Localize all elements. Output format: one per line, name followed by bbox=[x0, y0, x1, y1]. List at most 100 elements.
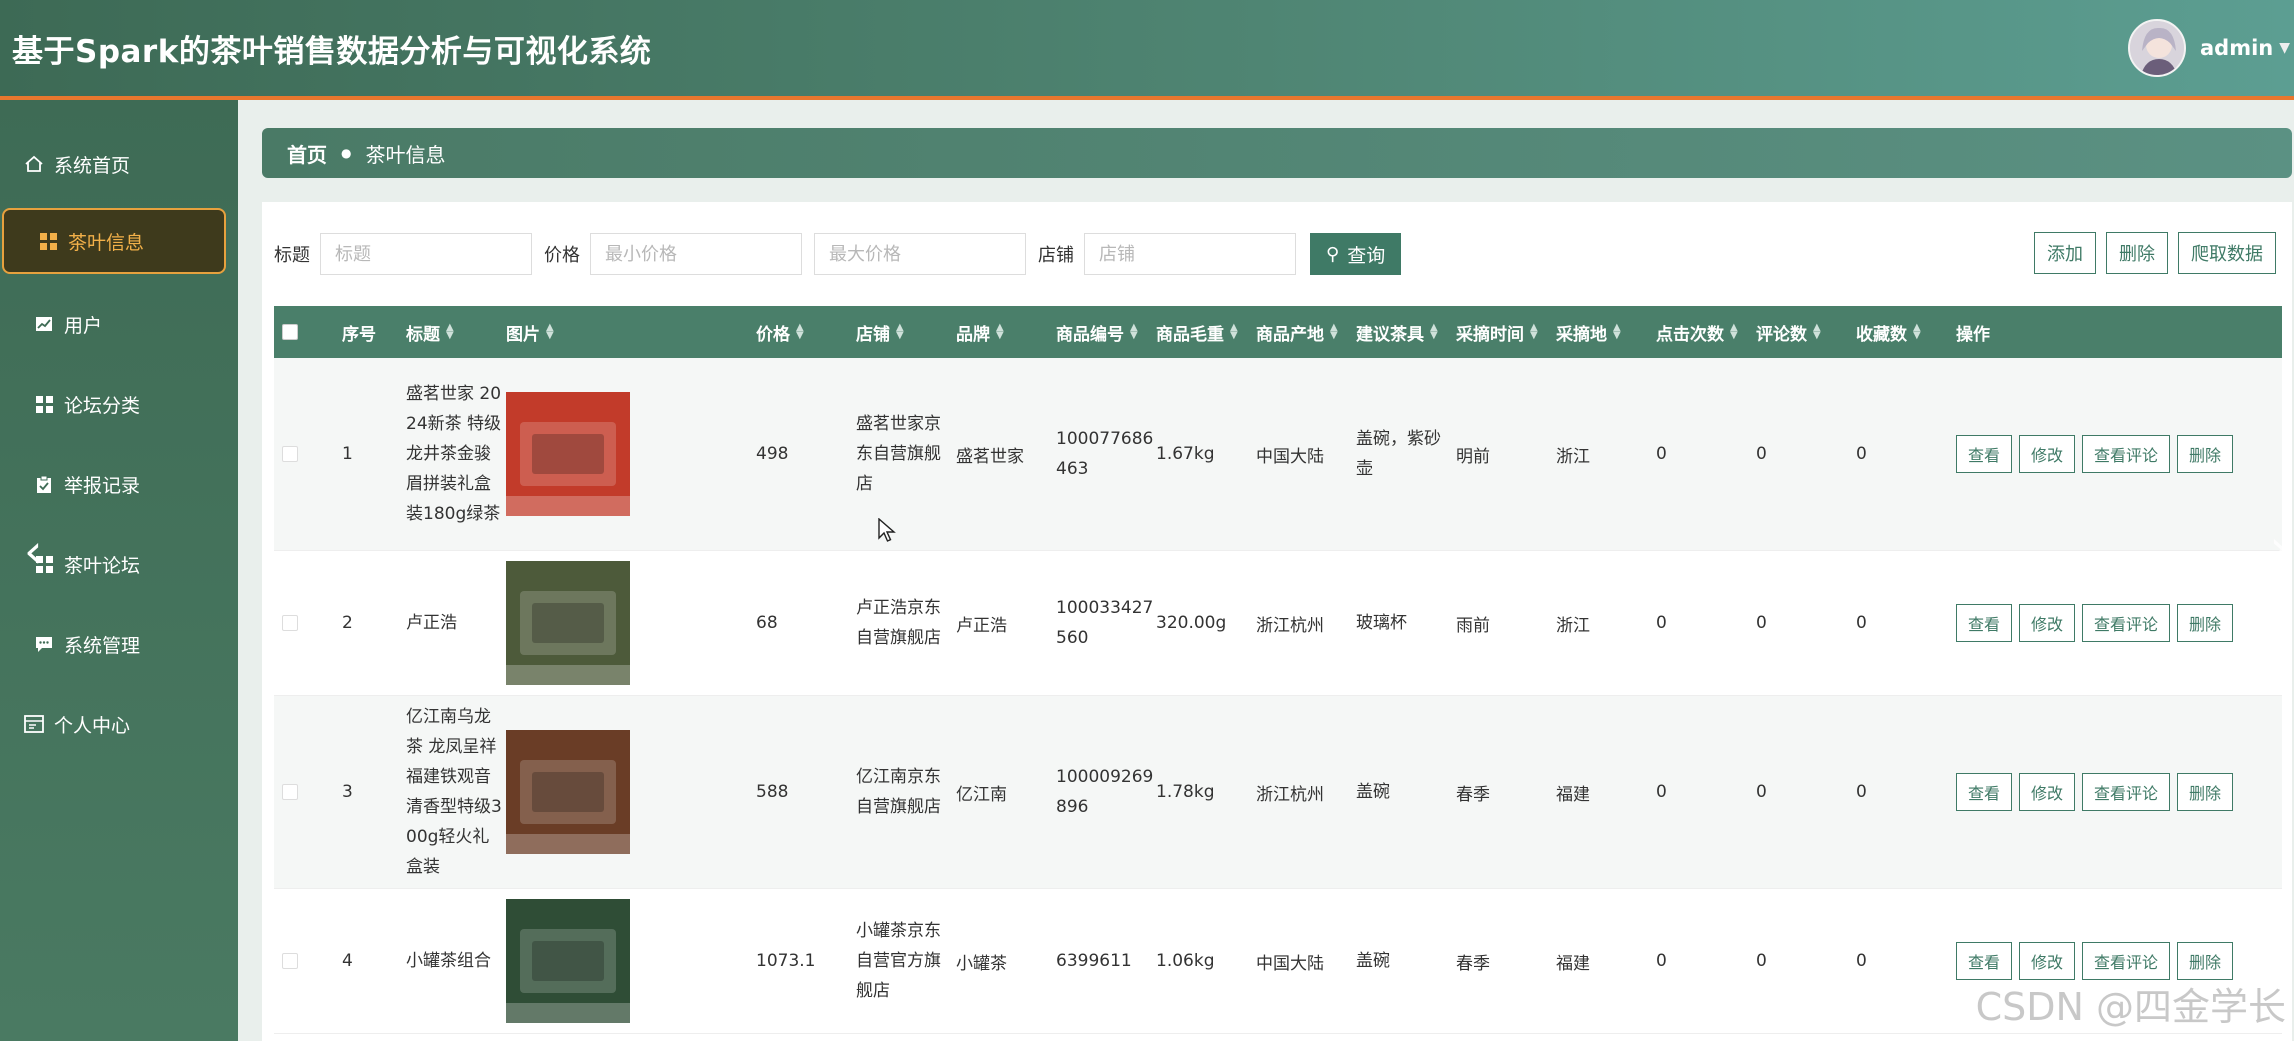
column-shop[interactable]: 店铺 ▲ ▼ bbox=[856, 306, 904, 358]
column-pick-place[interactable]: 采摘地 ▲ ▼ bbox=[1556, 306, 1621, 358]
delete-button[interactable]: 删除 bbox=[2177, 604, 2234, 642]
cell-title: 卢正浩 bbox=[406, 613, 457, 633]
profile-icon bbox=[24, 714, 44, 734]
sidebar-item-tea-info[interactable]: 茶叶信息 bbox=[2, 208, 226, 274]
max-price-input[interactable] bbox=[814, 233, 1026, 275]
carousel-prev-icon[interactable]: ‹ bbox=[24, 524, 42, 578]
breadcrumb-home[interactable]: 首页 bbox=[287, 139, 327, 168]
chevron-down-icon[interactable]: ▼ bbox=[2279, 40, 2290, 56]
sidebar-item-users[interactable]: 用户 bbox=[0, 294, 238, 354]
column-favorites[interactable]: 收藏数 ▲ ▼ bbox=[1856, 306, 1921, 358]
view-button[interactable]: 查看 bbox=[1956, 435, 2013, 473]
sidebar-item-label: 个人中心 bbox=[54, 714, 131, 737]
row-actions: 查看 修改 查看评论 删除 bbox=[1956, 358, 2240, 550]
edit-button[interactable]: 修改 bbox=[2019, 604, 2076, 642]
search-bar: 标题 价格 店铺 ⚲ 查询 bbox=[262, 232, 1402, 276]
column-origin[interactable]: 商品产地 ▲ ▼ bbox=[1256, 306, 1338, 358]
clipboard-icon bbox=[34, 474, 54, 494]
sort-icon: ▲ ▼ bbox=[1913, 322, 1921, 341]
cell-clicks: 0 bbox=[1656, 444, 1667, 464]
cell-clicks: 0 bbox=[1656, 951, 1667, 971]
column-brand[interactable]: 品牌 ▲ ▼ bbox=[956, 306, 1004, 358]
cell-pick-place: 福建 bbox=[1556, 953, 1590, 974]
avatar-image bbox=[2129, 21, 2184, 75]
username[interactable]: admin bbox=[2200, 36, 2273, 60]
row-checkbox[interactable] bbox=[282, 358, 298, 550]
column-product-id[interactable]: 商品编号 ▲ ▼ bbox=[1056, 306, 1138, 358]
toolbar: 添加 删除 爬取数据 bbox=[2024, 232, 2276, 274]
mouse-cursor-icon bbox=[878, 518, 896, 542]
sidebar-item-forum-category[interactable]: 论坛分类 bbox=[0, 374, 238, 434]
cell-pick-time: 雨前 bbox=[1456, 615, 1490, 636]
query-button[interactable]: ⚲ 查询 bbox=[1310, 233, 1402, 275]
grid-icon bbox=[34, 394, 54, 414]
sidebar-item-label: 系统管理 bbox=[64, 634, 141, 657]
delete-button[interactable]: 删除 bbox=[2177, 435, 2234, 473]
shop-search-input[interactable] bbox=[1084, 233, 1296, 275]
product-image bbox=[506, 889, 630, 1033]
sort-icon: ▲ ▼ bbox=[896, 322, 904, 341]
column-clicks[interactable]: 点击次数 ▲ ▼ bbox=[1656, 306, 1738, 358]
user-menu[interactable]: admin ▼ bbox=[2127, 18, 2294, 78]
row-checkbox[interactable] bbox=[282, 696, 298, 888]
sort-icon: ▲ ▼ bbox=[1330, 322, 1338, 341]
view-comments-button[interactable]: 查看评论 bbox=[2082, 604, 2171, 642]
sidebar-item-profile[interactable]: 个人中心 bbox=[0, 694, 238, 754]
crawl-data-button[interactable]: 爬取数据 bbox=[2178, 232, 2276, 274]
column-teaware[interactable]: 建议茶具 ▲ ▼ bbox=[1356, 306, 1438, 358]
column-image[interactable]: 图片 ▲ ▼ bbox=[506, 306, 554, 358]
sidebar-item-label: 系统首页 bbox=[54, 154, 131, 177]
cell-product-id: 6399611 bbox=[1056, 951, 1132, 971]
cell-teaware: 盖碗 bbox=[1356, 782, 1390, 802]
cell-pick-time: 春季 bbox=[1456, 784, 1490, 805]
cell-index: 3 bbox=[342, 782, 353, 802]
price-label: 价格 bbox=[544, 245, 580, 266]
view-comments-button[interactable]: 查看评论 bbox=[2082, 773, 2171, 811]
breadcrumb-current: 茶叶信息 bbox=[365, 142, 446, 167]
row-checkbox[interactable] bbox=[282, 551, 298, 695]
cell-weight: 1.06kg bbox=[1156, 951, 1215, 971]
select-all-checkbox[interactable] bbox=[282, 306, 298, 358]
cell-title: 小罐茶组合 bbox=[406, 951, 491, 971]
column-weight[interactable]: 商品毛重 ▲ ▼ bbox=[1156, 306, 1238, 358]
avatar[interactable] bbox=[2127, 19, 2186, 77]
sort-icon: ▲ ▼ bbox=[996, 322, 1004, 341]
title-search-input[interactable] bbox=[320, 233, 532, 275]
sort-icon: ▲ ▼ bbox=[1730, 322, 1738, 341]
view-button[interactable]: 查看 bbox=[1956, 942, 2013, 980]
sort-icon: ▲ ▼ bbox=[546, 322, 554, 341]
cell-product-id: 100077686463 bbox=[1056, 429, 1154, 479]
sort-icon: ▲ ▼ bbox=[1813, 322, 1821, 341]
column-pick-time[interactable]: 采摘时间 ▲ ▼ bbox=[1456, 306, 1538, 358]
edit-button[interactable]: 修改 bbox=[2019, 435, 2076, 473]
column-title[interactable]: 标题 ▲ ▼ bbox=[406, 306, 454, 358]
delete-button[interactable]: 删除 bbox=[2177, 942, 2234, 980]
column-price[interactable]: 价格 ▲ ▼ bbox=[756, 306, 804, 358]
cell-price: 588 bbox=[756, 782, 789, 802]
table-body: 1 盛茗世家 2024新茶 特级龙井茶金骏眉拼装礼盒装180g绿茶 498 盛茗世家京… bbox=[274, 358, 2282, 1034]
column-comments[interactable]: 评论数 ▲ ▼ bbox=[1756, 306, 1821, 358]
edit-button[interactable]: 修改 bbox=[2019, 773, 2076, 811]
batch-delete-button[interactable]: 删除 bbox=[2106, 232, 2168, 274]
row-checkbox[interactable] bbox=[282, 889, 298, 1033]
cell-title: 盛茗世家 2024新茶 特级龙井茶金骏眉拼装礼盒装180g绿茶 bbox=[406, 384, 502, 524]
cell-teaware: 盖碗，紫砂壶 bbox=[1356, 429, 1441, 479]
view-comments-button[interactable]: 查看评论 bbox=[2082, 435, 2171, 473]
carousel-next-icon[interactable]: › bbox=[2270, 520, 2288, 574]
sidebar-item-reports[interactable]: 举报记录 bbox=[0, 454, 238, 514]
min-price-input[interactable] bbox=[590, 233, 802, 275]
sidebar-item-label: 举报记录 bbox=[64, 474, 141, 497]
view-comments-button[interactable]: 查看评论 bbox=[2082, 942, 2171, 980]
cell-product-id: 100033427560 bbox=[1056, 598, 1154, 648]
cell-pick-place: 浙江 bbox=[1556, 446, 1590, 467]
view-button[interactable]: 查看 bbox=[1956, 604, 2013, 642]
cell-weight: 1.67kg bbox=[1156, 444, 1215, 464]
edit-button[interactable]: 修改 bbox=[2019, 942, 2076, 980]
query-button-label: 查询 bbox=[1347, 244, 1386, 267]
delete-button[interactable]: 删除 bbox=[2177, 773, 2234, 811]
view-button[interactable]: 查看 bbox=[1956, 773, 2013, 811]
add-button[interactable]: 添加 bbox=[2034, 232, 2096, 274]
sidebar-item-home[interactable]: 系统首页 bbox=[0, 134, 238, 194]
cell-weight: 1.78kg bbox=[1156, 782, 1215, 802]
sidebar-item-system[interactable]: 系统管理 bbox=[0, 614, 238, 674]
